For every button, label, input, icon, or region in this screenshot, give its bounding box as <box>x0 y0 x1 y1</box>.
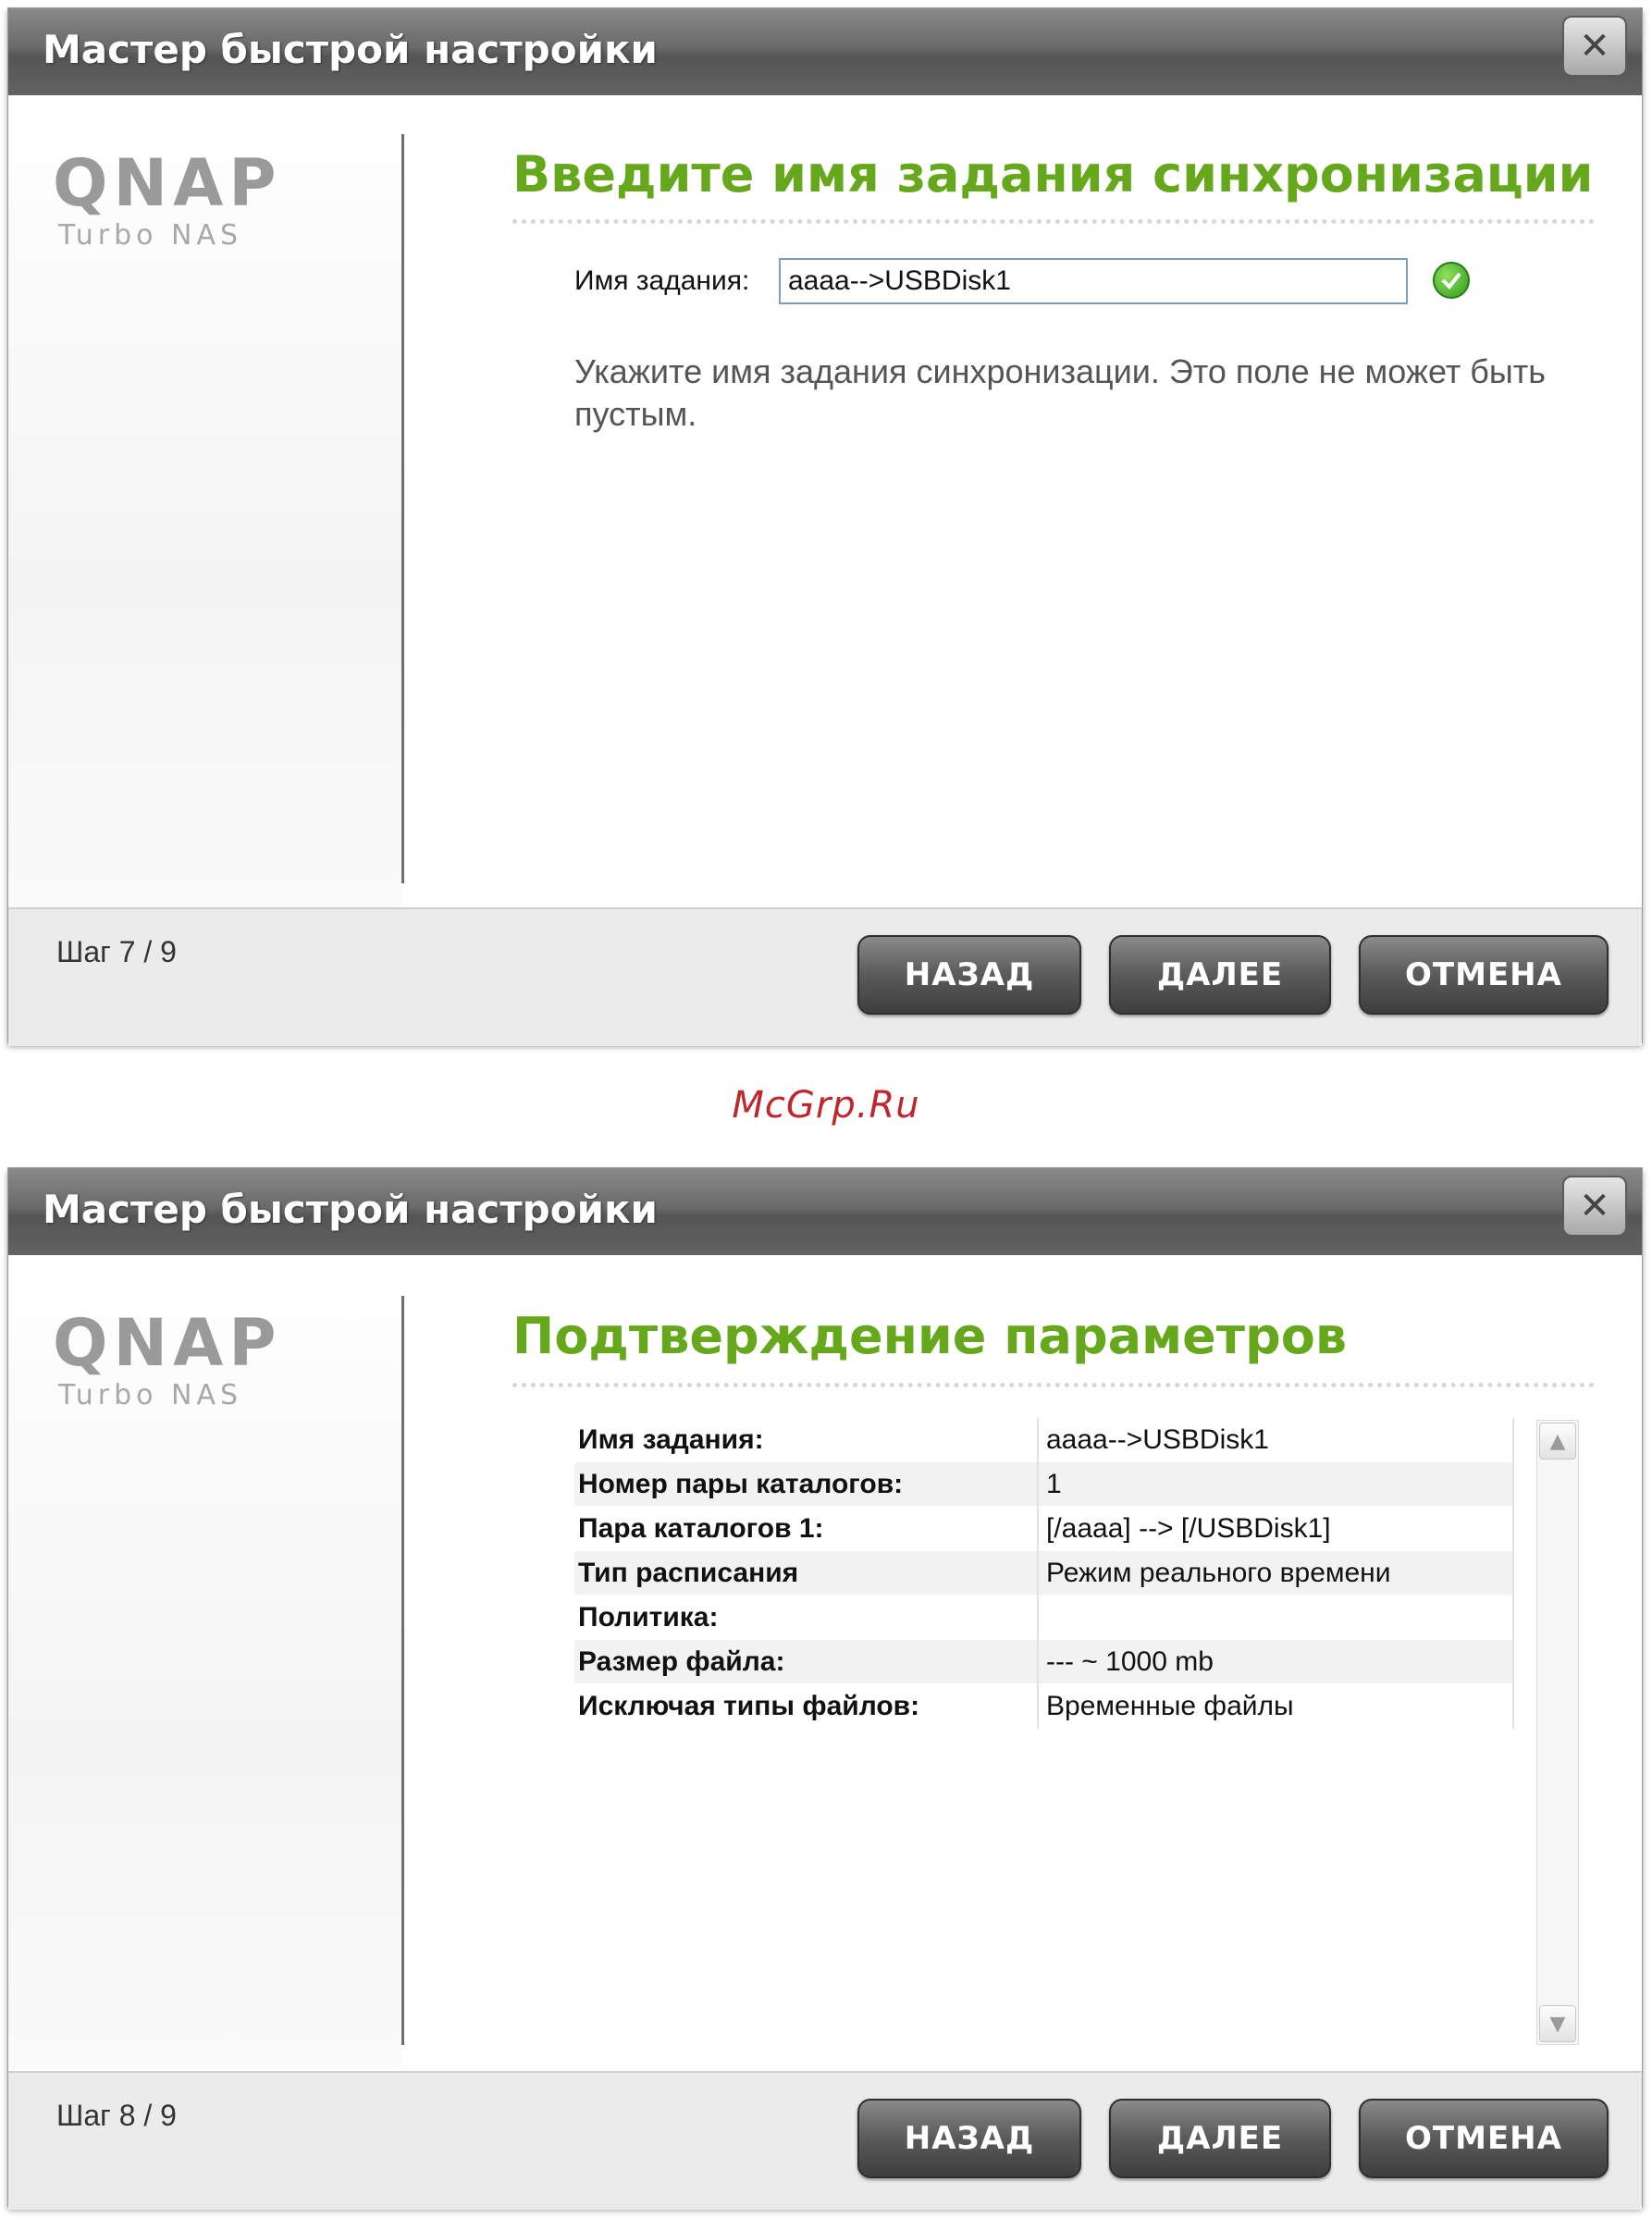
heading-underline <box>512 1383 1595 1387</box>
check-ok-icon <box>1433 262 1470 299</box>
confirmation-table: Имя задания: aaaa-->USBDisk1 Номер пары ка… <box>574 1418 1514 1729</box>
table-row: Исключая типы файлов: Временные файлы <box>574 1683 1514 1729</box>
param-value: Временные файлы <box>1038 1683 1514 1729</box>
page-heading: Введите имя задания синхронизации <box>512 145 1594 203</box>
scroll-up-button[interactable]: ▲ <box>1539 1423 1576 1460</box>
param-key: Политика: <box>574 1595 1039 1640</box>
back-button[interactable]: НАЗАД <box>857 935 1081 1015</box>
job-name-label: Имя задания: <box>574 265 750 296</box>
next-button[interactable]: ДАЛЕЕ <box>1109 935 1331 1015</box>
step-indicator: Шаг 7 / 9 <box>56 935 177 968</box>
sidebar-divider <box>401 1296 404 2045</box>
step-indicator: Шаг 8 / 9 <box>56 2099 177 2132</box>
logo-subtext: Turbo NAS <box>58 219 243 252</box>
qnap-logo: QNAP Turbo NAS <box>53 1311 282 1411</box>
job-name-input[interactable]: aaaa-->USBDisk1 <box>779 258 1408 304</box>
title-bar: Мастер быстрой настройки ✕ <box>8 8 1642 95</box>
param-key: Исключая типы файлов: <box>574 1683 1039 1729</box>
logo-subtext: Turbo NAS <box>58 1379 243 1411</box>
table-row: Имя задания: aaaa-->USBDisk1 <box>574 1418 1514 1462</box>
param-value: aaaa-->USBDisk1 <box>1038 1418 1514 1462</box>
param-key: Размер файла: <box>574 1639 1039 1684</box>
table-row: Политика: <box>574 1595 1514 1640</box>
wizard-dialog-step8: Мастер быстрой настройки ✕ QNAP Turbo NA… <box>7 1167 1643 2210</box>
wizard-dialog-step7: Мастер быстрой настройки ✕ QNAP Turbo NA… <box>7 7 1643 1046</box>
chevron-down-icon: ▼ <box>1549 2012 1566 2036</box>
cancel-button[interactable]: ОТМЕНА <box>1359 2099 1609 2178</box>
logo-text: QNAP <box>53 1305 282 1381</box>
heading-underline <box>512 219 1595 224</box>
param-value: [/aaaa] --> [/USBDisk1] <box>1038 1506 1514 1551</box>
param-value: Режим реального времени <box>1038 1550 1514 1596</box>
param-key: Номер пары каталогов: <box>574 1461 1039 1507</box>
param-key: Тип расписания <box>574 1550 1039 1596</box>
param-value: --- ~ 1000 mb <box>1038 1639 1514 1684</box>
dialog-title: Мастер быстрой настройки <box>43 27 658 72</box>
sidebar: QNAP Turbo NAS <box>8 1255 401 2069</box>
param-key: Пара каталогов 1: <box>574 1506 1039 1551</box>
param-value <box>1038 1595 1514 1640</box>
table-scrollbar[interactable]: ▲ ▼ <box>1536 1420 1579 2045</box>
dialog-title: Мастер быстрой настройки <box>43 1187 658 1232</box>
logo-text: QNAP <box>53 145 282 221</box>
scroll-down-button[interactable]: ▼ <box>1539 2005 1576 2042</box>
param-value: 1 <box>1038 1461 1514 1507</box>
param-key: Имя задания: <box>574 1418 1039 1462</box>
close-icon: ✕ <box>1579 1185 1610 1227</box>
page-heading: Подтверждение параметров <box>512 1307 1348 1365</box>
close-button[interactable]: ✕ <box>1562 1176 1627 1237</box>
qnap-logo: QNAP Turbo NAS <box>53 151 282 252</box>
watermark: McGrp.Ru <box>732 1084 920 1127</box>
table-row: Пара каталогов 1: [/aaaa] --> [/USBDisk1] <box>574 1506 1514 1551</box>
close-icon: ✕ <box>1579 25 1610 68</box>
sidebar: QNAP Turbo NAS <box>8 95 401 907</box>
next-button[interactable]: ДАЛЕЕ <box>1109 2099 1331 2178</box>
dialog-footer: Шаг 7 / 9 НАЗАД ДАЛЕЕ ОТМЕНА <box>8 907 1642 1046</box>
title-bar: Мастер быстрой настройки ✕ <box>8 1168 1642 1255</box>
table-row: Тип расписания Режим реального времени <box>574 1550 1514 1596</box>
cancel-button[interactable]: ОТМЕНА <box>1359 935 1609 1015</box>
back-button[interactable]: НАЗАД <box>857 2099 1081 2178</box>
chevron-up-icon: ▲ <box>1549 1429 1566 1453</box>
close-button[interactable]: ✕ <box>1562 16 1627 77</box>
sidebar-divider <box>401 134 404 883</box>
table-row: Номер пары каталогов: 1 <box>574 1461 1514 1507</box>
table-row: Размер файла: --- ~ 1000 mb <box>574 1639 1514 1684</box>
dialog-footer: Шаг 8 / 9 НАЗАД ДАЛЕЕ ОТМЕНА <box>8 2071 1642 2210</box>
hint-text: Укажите имя задания синхронизации. Это п… <box>574 352 1547 433</box>
